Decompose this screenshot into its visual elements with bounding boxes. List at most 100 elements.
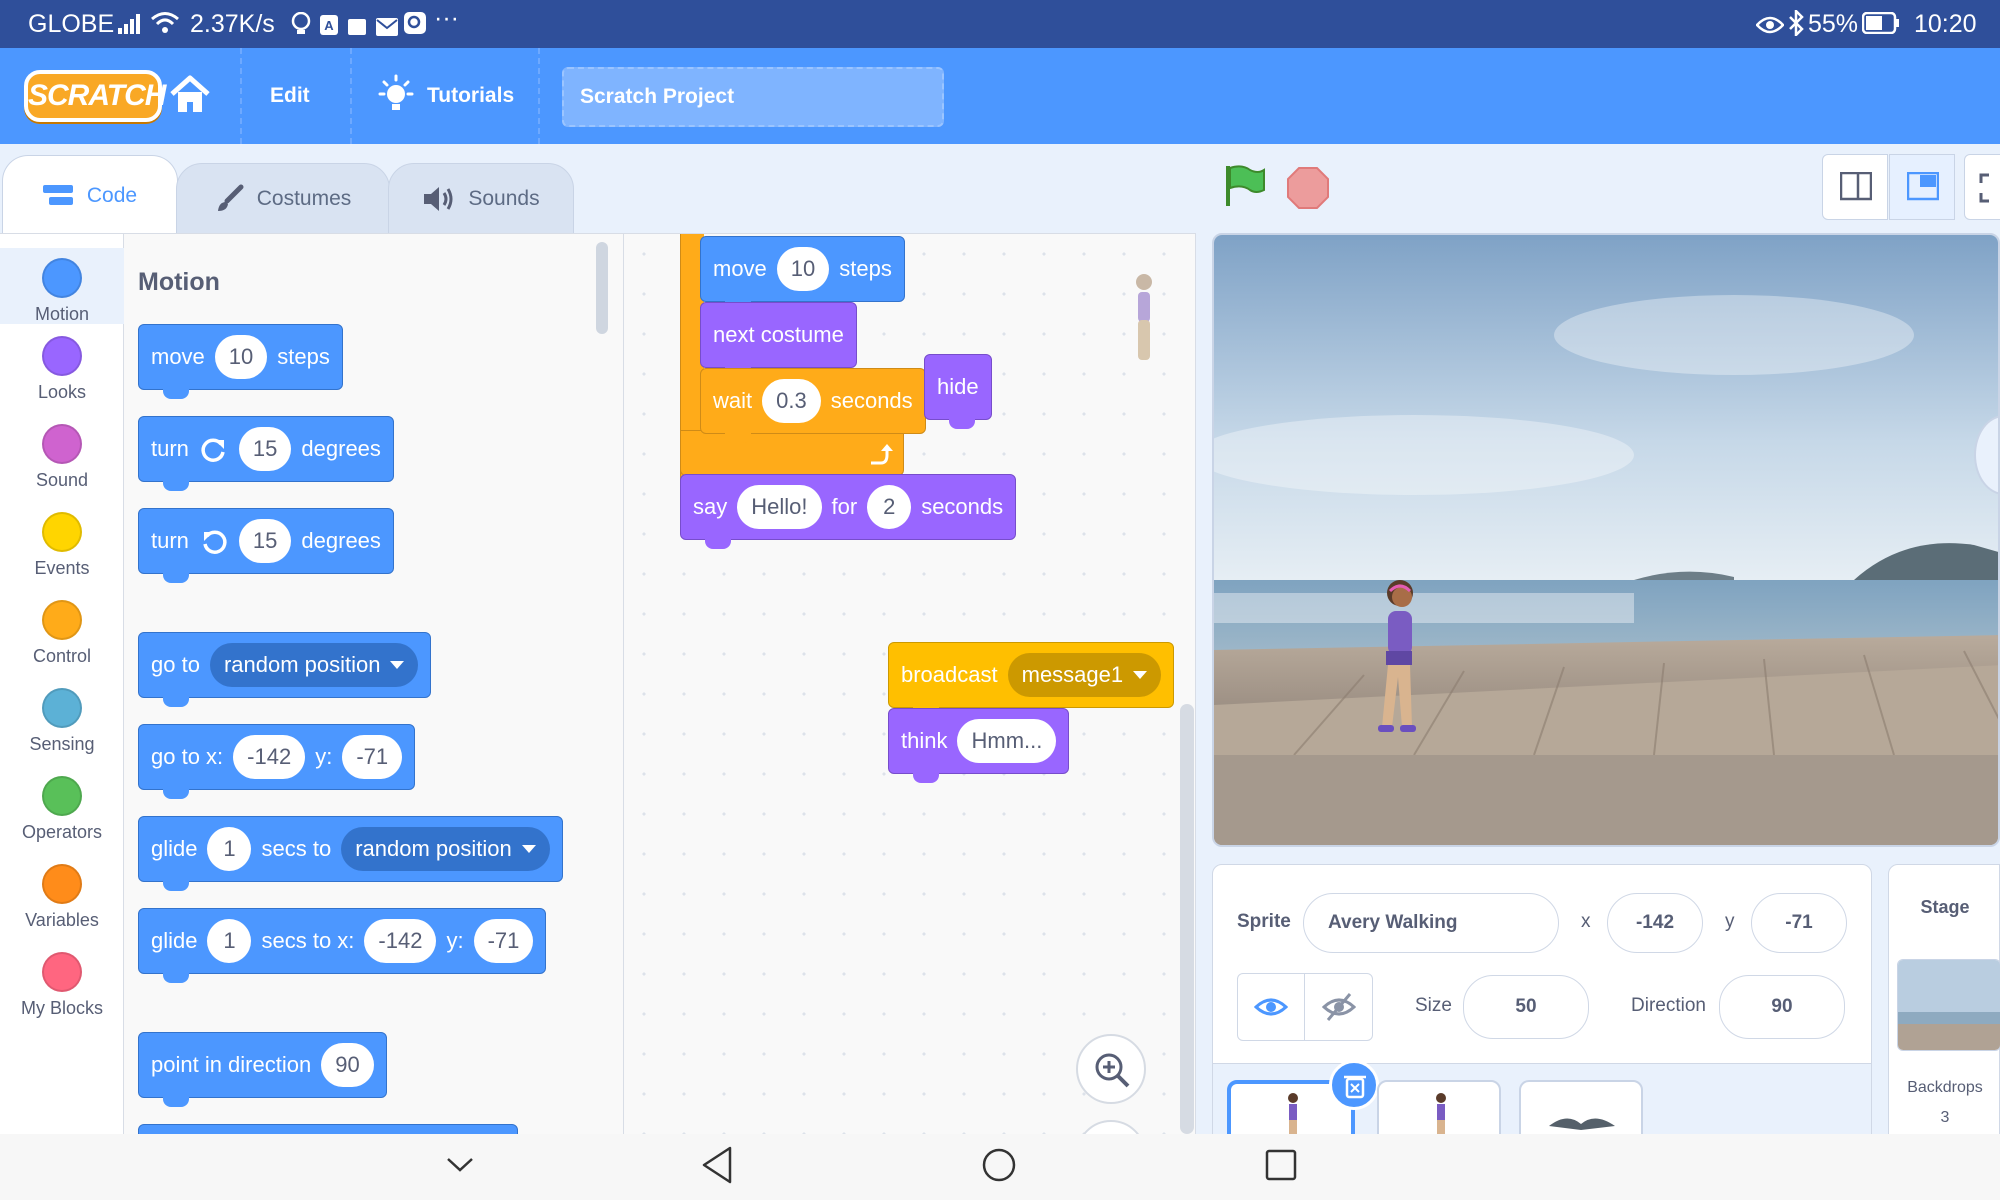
loop-block-bottom[interactable] xyxy=(680,430,904,476)
stage-canvas[interactable] xyxy=(1212,233,2000,847)
move-steps-block[interactable]: move 10 steps xyxy=(138,324,343,399)
edit-menu[interactable]: Edit xyxy=(270,84,310,108)
x-input[interactable]: -142 xyxy=(364,919,437,963)
rotate-left-icon xyxy=(203,530,227,554)
x-input[interactable]: -142 xyxy=(233,735,306,779)
backdrops-count: 3 xyxy=(1940,1109,1950,1126)
say-seconds-input[interactable]: 2 xyxy=(867,485,912,529)
bird-thumbnail xyxy=(1549,1118,1615,1130)
category-looks[interactable]: Looks xyxy=(0,336,124,403)
wifi-icon xyxy=(150,10,180,41)
tab-costumes-label: Costumes xyxy=(256,187,352,210)
backdrops-label: Backdrops xyxy=(1907,1079,1983,1096)
zoom-in-button[interactable] xyxy=(1076,1034,1146,1104)
more-icon: ··· xyxy=(434,4,459,32)
project-title-input[interactable]: Scratch Project xyxy=(562,67,944,127)
scratch-logo[interactable]: SCRATCH xyxy=(24,70,166,122)
category-operators[interactable]: Operators xyxy=(0,776,124,843)
think-message-input[interactable]: Hmm... xyxy=(957,719,1057,763)
zoom-out-button[interactable] xyxy=(1076,1120,1146,1134)
say-message-input[interactable]: Hello! xyxy=(737,485,822,529)
show-sprite-button[interactable] xyxy=(1238,974,1305,1040)
small-stage-button[interactable] xyxy=(1822,154,1888,220)
tutorials-icon[interactable] xyxy=(376,74,416,123)
fullscreen-button[interactable] xyxy=(1964,154,2000,220)
palette-scrollbar[interactable] xyxy=(596,242,608,334)
x-label: x xyxy=(1581,911,1591,932)
carrier-label: GLOBE xyxy=(28,10,115,38)
rotate-right-icon xyxy=(201,438,225,462)
search-app-icon xyxy=(404,12,426,41)
turn-right-block[interactable]: turn 15 degrees xyxy=(138,416,394,491)
script-area: move 10 steps next costume wait 0.3 seconds … xyxy=(624,233,1196,1134)
wait-block[interactable]: wait 0.3 seconds xyxy=(700,368,926,443)
home-circle-icon[interactable] xyxy=(980,1146,1018,1184)
direction-input[interactable]: 90 xyxy=(321,1043,374,1087)
category-variables[interactable]: Variables xyxy=(0,864,124,931)
operators-dot xyxy=(42,776,82,816)
glide-to-xy-block[interactable]: glide 1 secs to x: -142 y: -71 xyxy=(138,908,547,983)
delete-sprite-button[interactable] xyxy=(1329,1060,1379,1110)
degrees-input[interactable]: 15 xyxy=(238,427,292,471)
svg-text:A: A xyxy=(324,18,334,33)
normal-stage-button[interactable] xyxy=(1889,154,1955,220)
menu-divider xyxy=(538,48,540,144)
tab-code[interactable]: Code xyxy=(2,155,178,235)
point-direction-block[interactable]: point in direction 90 xyxy=(138,1032,387,1107)
go-to-block[interactable]: go to random position xyxy=(138,632,432,707)
sprite-name-input[interactable]: Avery Walking xyxy=(1303,893,1559,953)
y-input[interactable]: -71 xyxy=(473,919,534,963)
recents-icon[interactable] xyxy=(1264,1148,1298,1182)
y-position-input[interactable]: -71 xyxy=(1751,893,1847,953)
think-block[interactable]: think Hmm... xyxy=(888,708,1070,783)
next-palette-block[interactable] xyxy=(138,1124,518,1134)
tab-sounds[interactable]: Sounds xyxy=(388,163,574,235)
secs-input[interactable]: 1 xyxy=(207,827,252,871)
glide-to-block[interactable]: glide 1 secs to random position xyxy=(138,816,563,891)
size-input[interactable]: 50 xyxy=(1463,975,1589,1039)
glide-target-dropdown[interactable]: random position xyxy=(341,827,550,871)
x-position-input[interactable]: -142 xyxy=(1607,893,1703,953)
steps-input[interactable]: 10 xyxy=(776,247,830,291)
steps-input[interactable]: 10 xyxy=(214,335,268,379)
degrees-input[interactable]: 15 xyxy=(238,519,292,563)
back-icon[interactable] xyxy=(700,1146,734,1184)
direction-input[interactable]: 90 xyxy=(1719,975,1845,1039)
chevron-down-icon[interactable] xyxy=(446,1156,474,1174)
avery-sprite[interactable] xyxy=(1364,577,1434,747)
green-flag-button[interactable] xyxy=(1222,164,1266,208)
stop-button[interactable] xyxy=(1286,166,1330,210)
y-input[interactable]: -71 xyxy=(342,735,403,779)
loop-arrow-icon xyxy=(871,444,893,465)
category-events[interactable]: Events xyxy=(0,512,124,579)
broadcast-block[interactable]: broadcast message1 xyxy=(888,642,1175,717)
sprite-label: Sprite xyxy=(1237,911,1291,932)
motion-dot xyxy=(42,258,82,298)
category-my-blocks[interactable]: My Blocks xyxy=(0,952,124,1019)
home-icon[interactable] xyxy=(168,72,212,121)
secs-input[interactable]: 1 xyxy=(207,919,252,963)
tutorials-button[interactable]: Tutorials xyxy=(427,84,514,108)
sprite-thumbnail-icon xyxy=(1136,274,1152,360)
control-dot xyxy=(42,600,82,640)
app-icon-a: A xyxy=(320,13,338,42)
tab-costumes[interactable]: Costumes xyxy=(176,163,390,235)
eye-icon xyxy=(1254,998,1288,1016)
hide-block[interactable]: hide xyxy=(924,354,992,429)
category-sound[interactable]: Sound xyxy=(0,424,124,491)
broadcast-message-dropdown[interactable]: message1 xyxy=(1007,653,1162,697)
go-to-xy-block[interactable]: go to x: -142 y: -71 xyxy=(138,724,416,799)
category-motion[interactable]: Motion xyxy=(0,248,124,324)
category-control[interactable]: Control xyxy=(0,600,124,667)
next-costume-block[interactable]: next costume xyxy=(700,302,857,377)
script-scrollbar[interactable] xyxy=(1180,704,1194,1134)
category-sensing[interactable]: Sensing xyxy=(0,688,124,755)
visibility-toggle xyxy=(1237,973,1373,1041)
turn-left-block[interactable]: turn 15 degrees xyxy=(138,508,394,583)
stage-backdrop-thumbnail[interactable] xyxy=(1897,959,2000,1051)
hide-sprite-button[interactable] xyxy=(1305,974,1372,1040)
script-move-block[interactable]: move 10 steps xyxy=(700,236,905,311)
go-to-target-dropdown[interactable]: random position xyxy=(209,643,419,687)
wait-seconds-input[interactable]: 0.3 xyxy=(762,379,821,423)
say-for-secs-block[interactable]: say Hello! for 2 seconds xyxy=(680,474,1017,549)
